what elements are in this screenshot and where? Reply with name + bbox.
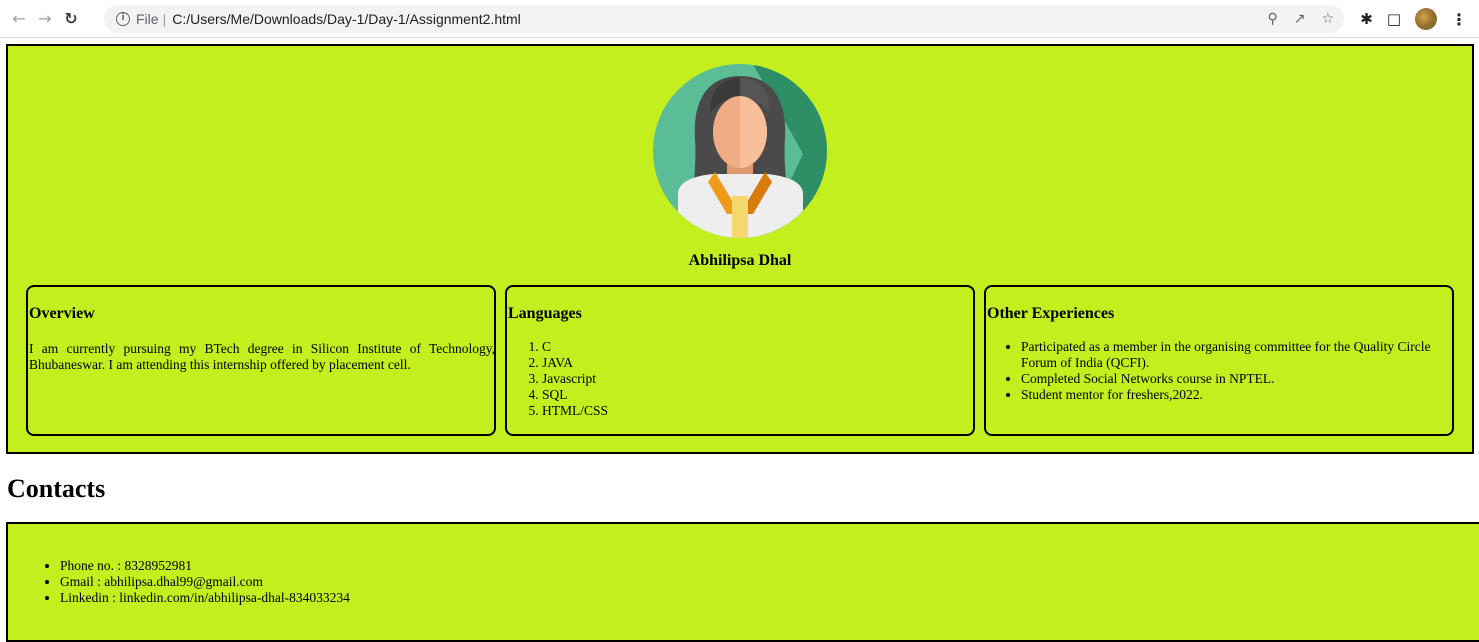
experiences-card: Other Experiences Participated as a memb…	[984, 285, 1454, 436]
file-label: File	[136, 11, 159, 27]
omnibox-actions: ⚲ ↗ ☆	[1267, 5, 1334, 33]
overview-card: Overview I am currently pursuing my BTec…	[26, 285, 496, 436]
contact-linkedin: Linkedin : linkedin.com/in/abhilipsa-dha…	[60, 590, 350, 606]
contacts-list: Phone no. : 8328952981 Gmail : abhilipsa…	[8, 558, 350, 606]
contacts-section: Phone no. : 8328952981 Gmail : abhilipsa…	[6, 522, 1479, 642]
languages-card: Languages C JAVA Javascript SQL HTML/CSS	[505, 285, 975, 436]
overview-text: I am currently pursuing my BTech degree …	[29, 341, 495, 372]
profile-avatar[interactable]	[1415, 8, 1437, 30]
list-item: JAVA	[542, 355, 608, 371]
back-arrow-icon[interactable]: ←	[6, 6, 32, 32]
side-panel-icon[interactable]: □	[1387, 10, 1401, 28]
url-separator: |	[162, 11, 167, 27]
browser-toolbar: ← → ↻ i File | C:/Users/Me/Downloads/Day…	[0, 0, 1479, 38]
list-item: SQL	[542, 387, 608, 403]
toolbar-actions: ✱ □ ⋮	[1360, 5, 1467, 33]
info-icon[interactable]: i	[116, 12, 130, 26]
list-item: HTML/CSS	[542, 403, 608, 419]
contact-phone: Phone no. : 8328952981	[60, 558, 350, 574]
reload-icon[interactable]: ↻	[58, 6, 84, 32]
extensions-puzzle-icon[interactable]: ✱	[1360, 10, 1373, 28]
more-menu-icon[interactable]: ⋮	[1451, 10, 1467, 29]
zoom-icon[interactable]: ⚲	[1267, 11, 1277, 27]
list-item: Completed Social Networks course in NPTE…	[1021, 371, 1451, 387]
experiences-heading: Other Experiences	[987, 305, 1115, 322]
contacts-heading: Contacts	[7, 474, 106, 503]
list-item: Participated as a member in the organisi…	[1021, 339, 1451, 371]
profile-avatar-image	[653, 64, 827, 238]
list-item: Student mentor for freshers,2022.	[1021, 387, 1451, 403]
forward-arrow-icon[interactable]: →	[32, 6, 58, 32]
list-item: Javascript	[542, 371, 608, 387]
url-text[interactable]: C:/Users/Me/Downloads/Day-1/Day-1/Assign…	[172, 11, 521, 27]
experiences-list: Participated as a member in the organisi…	[987, 339, 1451, 403]
languages-heading: Languages	[508, 305, 582, 322]
contact-email: Gmail : abhilipsa.dhal99@gmail.com	[60, 574, 350, 590]
list-item: C	[542, 339, 608, 355]
profile-section: Abhilipsa Dhal Overview I am currently p…	[6, 44, 1474, 454]
share-icon[interactable]: ↗	[1294, 11, 1306, 27]
languages-list: C JAVA Javascript SQL HTML/CSS	[508, 339, 608, 419]
bookmark-star-icon[interactable]: ☆	[1321, 11, 1334, 27]
address-bar[interactable]: i File | C:/Users/Me/Downloads/Day-1/Day…	[104, 5, 1344, 33]
profile-name: Abhilipsa Dhal	[688, 252, 792, 269]
overview-heading: Overview	[29, 305, 95, 322]
